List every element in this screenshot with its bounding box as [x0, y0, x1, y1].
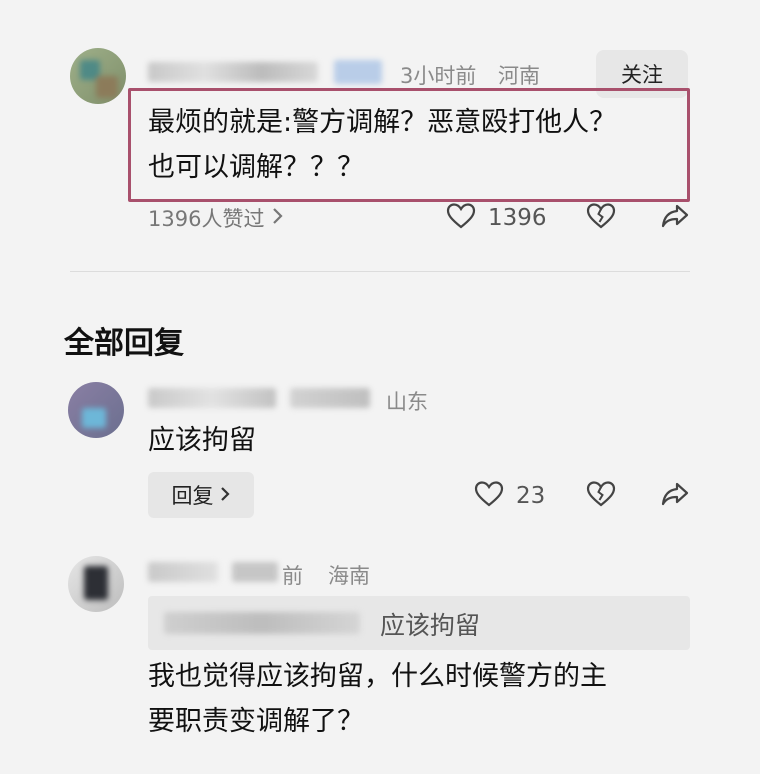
time-obscured — [232, 562, 278, 582]
user-badge-obscured — [334, 60, 382, 84]
reply-location: 海南 — [328, 564, 370, 588]
avatar-detail — [96, 76, 118, 98]
reply-button[interactable]: 回复 — [148, 472, 254, 518]
likes-link[interactable]: 1396人赞过 — [148, 202, 284, 234]
likes-link-label: 1396人赞过 — [148, 207, 265, 231]
avatar[interactable] — [68, 556, 124, 612]
like-count: 23 — [516, 483, 546, 509]
chevron-right-icon — [220, 483, 231, 507]
like-button[interactable]: 23 — [474, 479, 545, 513]
broken-heart-icon — [586, 480, 616, 512]
avatar[interactable] — [70, 48, 126, 104]
reply-text-line2: 要职责变调解了？ — [148, 706, 364, 737]
chevron-right-icon — [272, 207, 284, 229]
comment-text-line2: 也可以调解？？？ — [148, 152, 364, 183]
heart-outline-icon — [446, 202, 476, 234]
share-button[interactable] — [658, 480, 692, 512]
avatar-detail — [84, 566, 108, 600]
heart-outline-icon — [474, 480, 504, 512]
comment-location: 河南 — [498, 64, 540, 88]
comment-text-line1: 最烦的就是:警方调解？恶意殴打他人？ — [148, 107, 617, 138]
reply-time: 前 — [282, 564, 303, 588]
quoted-reply[interactable]: 应该拘留 — [148, 596, 690, 650]
dislike-button[interactable] — [584, 202, 618, 234]
follow-label: 关注 — [621, 63, 663, 87]
comment-time: 3小时前 — [400, 64, 477, 88]
share-arrow-icon — [660, 480, 690, 512]
reply-text-line1: 我也觉得应该拘留，什么时候警方的主 — [148, 661, 607, 692]
share-button[interactable] — [658, 202, 692, 234]
divider — [70, 271, 690, 272]
quoted-text: 应该拘留 — [380, 611, 481, 640]
reply-text: 应该拘留 — [148, 425, 256, 456]
dislike-button[interactable] — [584, 480, 618, 512]
username-obscured[interactable] — [148, 62, 318, 82]
reply-location: 山东 — [386, 390, 428, 414]
avatar-detail — [82, 408, 106, 428]
username-obscured[interactable] — [148, 562, 218, 582]
share-arrow-icon — [660, 202, 690, 234]
broken-heart-icon — [586, 202, 616, 234]
reply-label: 回复 — [171, 484, 214, 508]
avatar[interactable] — [68, 382, 124, 438]
quoted-username-obscured — [164, 612, 360, 634]
like-button[interactable]: 1396 — [446, 201, 547, 235]
like-count: 1396 — [488, 205, 547, 231]
user-tag-obscured — [290, 388, 370, 408]
username-obscured[interactable] — [148, 388, 276, 408]
replies-section-title: 全部回复 — [64, 326, 184, 361]
